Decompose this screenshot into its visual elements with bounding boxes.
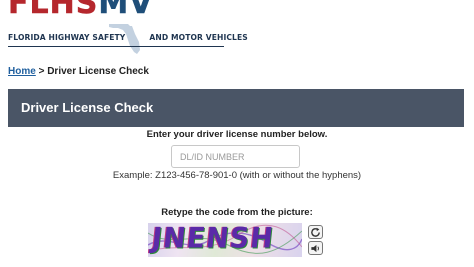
- page-title: Driver License Check: [21, 100, 154, 115]
- logo-wordmark-red: FLHS: [8, 0, 99, 21]
- captcha-refresh-button[interactable]: [308, 225, 323, 239]
- captcha-image: JNENSH: [148, 223, 302, 257]
- logo-subtitle-left: FLORIDA HIGHWAY SAFETY: [8, 33, 126, 42]
- dl-example-text: Example: Z123-456-78-901-0 (with or with…: [112, 170, 362, 181]
- flhsmv-logo[interactable]: FLHSMV FLORIDA HIGHWAY SAFETY AND MOTOR V…: [8, 0, 248, 54]
- breadcrumb-home-link[interactable]: Home: [8, 66, 36, 77]
- logo-wordmark-dark: MV: [98, 0, 154, 21]
- logo-subtitle-right: AND MOTOR VEHICLES: [149, 33, 248, 42]
- logo-subtitle: FLORIDA HIGHWAY SAFETY AND MOTOR VEHICLES: [8, 33, 248, 42]
- refresh-icon: [311, 227, 320, 237]
- dl-instruction: Enter your driver license number below.: [146, 129, 328, 140]
- breadcrumb-current: Driver License Check: [47, 66, 149, 77]
- captcha-audio-button[interactable]: [308, 241, 323, 255]
- page-header-bar: Driver License Check: [8, 89, 464, 127]
- dl-number-input[interactable]: [171, 145, 300, 168]
- logo-wordmark: FLHSMV: [8, 0, 153, 21]
- captcha-instruction: Retype the code from the picture:: [161, 207, 313, 218]
- audio-icon: [311, 244, 319, 252]
- page: FLHSMV FLORIDA HIGHWAY SAFETY AND MOTOR V…: [0, 0, 474, 267]
- breadcrumb: Home > Driver License Check: [8, 66, 149, 77]
- captcha-code: JNENSH: [150, 223, 276, 255]
- breadcrumb-separator: >: [35, 66, 48, 77]
- logo-divider: [8, 46, 224, 47]
